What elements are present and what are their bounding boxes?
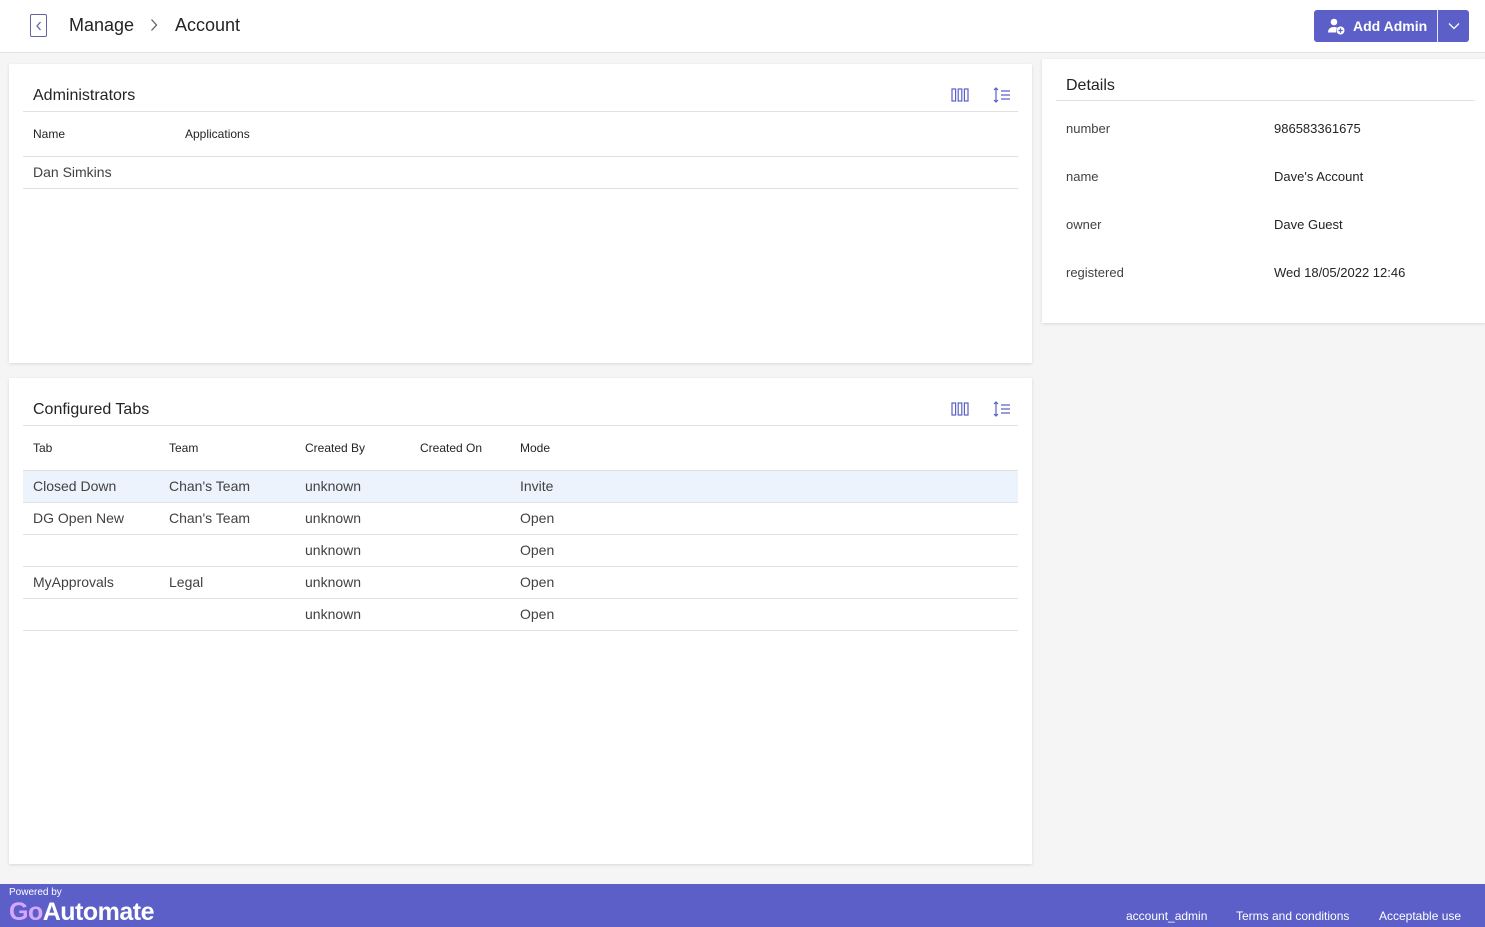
column-header-created-on[interactable]: Created On	[410, 426, 510, 471]
row-density-icon	[993, 401, 1010, 417]
chevron-left-icon	[35, 21, 41, 30]
administrators-title: Administrators	[33, 87, 136, 104]
table-header-row: Tab Team Created By Created On Mode	[23, 426, 1018, 471]
footer: Powered by GoAutomate account_admin Term…	[0, 884, 1485, 927]
cell-created-on	[410, 470, 510, 503]
cell-team	[159, 598, 295, 631]
add-admin-split-button: Add Admin	[1314, 10, 1469, 42]
cell-created-on	[410, 566, 510, 599]
configured-tabs-card: Configured Tabs Tab Team Created By Crea…	[9, 378, 1032, 864]
detail-key: registered	[1066, 265, 1124, 280]
cell-team: Legal	[159, 566, 295, 599]
logo-go: Go	[9, 898, 43, 926]
add-admin-dropdown-button[interactable]	[1438, 10, 1469, 42]
table-row[interactable]: unknown Open	[23, 598, 1018, 631]
cell-created-on	[410, 502, 510, 535]
column-header-created-by[interactable]: Created By	[295, 426, 410, 471]
cell-created-by: unknown	[295, 502, 410, 535]
column-header-applications[interactable]: Applications	[175, 112, 1018, 157]
detail-value: Dave's Account	[1274, 169, 1364, 184]
detail-key: number	[1066, 121, 1111, 136]
detail-value: Dave Guest	[1274, 217, 1343, 232]
density-button[interactable]	[992, 400, 1012, 418]
cell-team: Chan's Team	[159, 470, 295, 503]
cell-tab	[23, 598, 159, 631]
cell-tab: Closed Down	[23, 470, 159, 503]
detail-value: Wed 18/05/2022 12:46	[1274, 265, 1406, 280]
cell-team: Chan's Team	[159, 502, 295, 535]
cell-team	[159, 534, 295, 567]
cell-created-on	[410, 534, 510, 567]
cell-mode: Open	[510, 534, 1018, 567]
column-header-mode[interactable]: Mode	[510, 426, 1018, 471]
powered-by-text: Powered by	[9, 887, 62, 898]
column-header-tab[interactable]: Tab	[23, 426, 159, 471]
cell-created-by: unknown	[295, 534, 410, 567]
density-button[interactable]	[992, 86, 1012, 104]
details-card: Details number 986583361675 name Dave's …	[1042, 59, 1485, 323]
breadcrumb-manage[interactable]: Manage	[69, 15, 134, 36]
cell-created-by: unknown	[295, 598, 410, 631]
table-row[interactable]: DG Open New Chan's Team unknown Open	[23, 502, 1018, 535]
cell-created-by: unknown	[295, 470, 410, 503]
configured-tabs-table: Tab Team Created By Created On Mode Clos…	[23, 426, 1018, 631]
detail-key: name	[1066, 169, 1099, 184]
columns-icon	[951, 402, 969, 416]
chevron-right-icon	[151, 19, 158, 31]
split-divider	[1437, 10, 1438, 42]
cell-created-by: unknown	[295, 566, 410, 599]
administrators-card: Administrators Name Applications Dan Sim…	[9, 64, 1032, 363]
title-divider	[1056, 100, 1475, 101]
configured-tabs-title: Configured Tabs	[33, 401, 150, 418]
footer-link-account-admin[interactable]: account_admin	[1126, 909, 1207, 923]
add-admin-button[interactable]: Add Admin	[1314, 10, 1437, 42]
details-title: Details	[1066, 77, 1115, 94]
cell-name: Dan Simkins	[23, 156, 175, 189]
goautomate-logo: GoAutomate	[9, 898, 155, 927]
cell-applications	[175, 156, 1018, 189]
administrators-table: Name Applications Dan Simkins	[23, 112, 1018, 189]
table-header-row: Name Applications	[23, 112, 1018, 157]
column-header-team[interactable]: Team	[159, 426, 295, 471]
columns-icon	[951, 88, 969, 102]
cell-mode: Invite	[510, 470, 1018, 503]
cell-mode: Open	[510, 502, 1018, 535]
column-header-name[interactable]: Name	[23, 112, 175, 157]
breadcrumb-account: Account	[175, 15, 241, 35]
columns-button[interactable]	[950, 86, 970, 104]
table-row[interactable]: MyApprovals Legal unknown Open	[23, 566, 1018, 599]
cell-tab: DG Open New	[23, 502, 159, 535]
table-row[interactable]: Closed Down Chan's Team unknown Invite	[23, 470, 1018, 503]
columns-button[interactable]	[950, 400, 970, 418]
back-button[interactable]	[30, 14, 47, 37]
person-add-icon	[1328, 18, 1345, 35]
cell-tab	[23, 534, 159, 567]
cell-mode: Open	[510, 566, 1018, 599]
cell-tab: MyApprovals	[23, 566, 159, 599]
cell-mode: Open	[510, 598, 1018, 631]
add-admin-label: Add Admin	[1353, 18, 1428, 34]
footer-link-acceptable-use[interactable]: Acceptable use	[1379, 909, 1461, 923]
footer-link-terms[interactable]: Terms and conditions	[1236, 909, 1349, 923]
detail-key: owner	[1066, 217, 1102, 232]
logo-automate: Automate	[42, 898, 155, 926]
top-bar: Manage Account Add Admin	[0, 0, 1485, 53]
table-row[interactable]: unknown Open	[23, 534, 1018, 567]
chevron-down-icon	[1448, 23, 1459, 30]
cell-created-on	[410, 598, 510, 631]
table-row[interactable]: Dan Simkins	[23, 156, 1018, 189]
detail-value: 986583361675	[1274, 121, 1361, 136]
row-density-icon	[993, 87, 1010, 103]
